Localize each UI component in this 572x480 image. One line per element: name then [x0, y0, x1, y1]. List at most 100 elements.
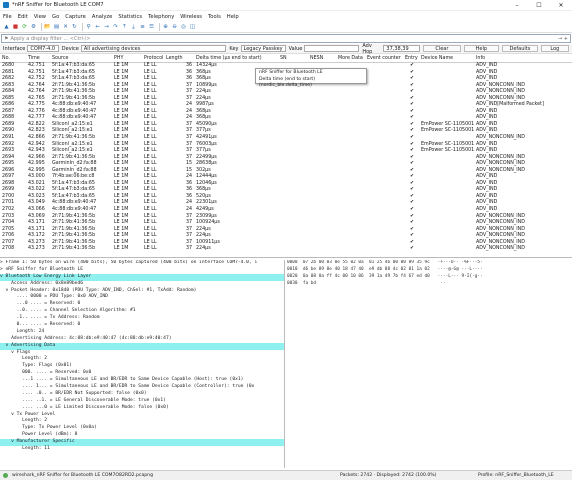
expert-info-icon[interactable] [3, 472, 10, 479]
header-col-info[interactable]: Info [476, 56, 485, 61]
detail-tree-item[interactable]: > Frame 1: 50 bytes on wire (400 bits), … [0, 260, 284, 267]
clear-button[interactable]: Clear [423, 45, 461, 52]
detail-tree-item[interactable]: v Manufacturer Specific [0, 439, 284, 447]
packet-cell: 100924µs [196, 220, 220, 226]
packet-cell: ADV_IND [476, 128, 498, 134]
detail-tree-item[interactable]: > nRF Sniffer for Bluetooth LE [0, 267, 284, 274]
find-packet-icon[interactable]: ⚲ [85, 24, 92, 31]
display-filter-input[interactable]: ⚑ Apply a display filter ... <Ctrl-/> → … [1, 34, 571, 43]
packet-cell: 43.172 [28, 233, 45, 239]
packet-cell: ✔ [410, 76, 415, 82]
header-col-source[interactable]: Source [52, 56, 68, 61]
packet-cell: Siliconl_a2:15:e1 [52, 148, 93, 154]
go-back-icon[interactable]: ← [94, 24, 101, 31]
header-col-time[interactable]: Time [28, 56, 40, 61]
packet-cell: ✔ [410, 220, 415, 226]
packet-cell: ADV_NONCONN_IND [476, 135, 525, 141]
value-input[interactable] [304, 45, 360, 52]
detail-tree-item[interactable]: ...1 .... = Simultaneous LE and BR/EDR t… [0, 377, 284, 384]
packet-cell: ✔ [410, 63, 415, 68]
device-select[interactable]: All advertising devices [80, 45, 227, 52]
help-button[interactable]: Help [463, 45, 500, 52]
packet-cell: EmPower SC-1105001 [421, 148, 475, 154]
detail-tree-item[interactable]: .1.. .... = Tx Address: Random [0, 315, 284, 322]
interface-select[interactable]: COM7-4.0 [27, 45, 59, 52]
autoscroll-icon[interactable]: ≡ [139, 24, 146, 31]
packet-cell: LE LL [144, 148, 157, 154]
first-packet-icon[interactable]: ⤒ [121, 24, 128, 31]
go-forward-icon[interactable]: → [103, 24, 110, 31]
save-file-icon[interactable]: ▤ [53, 24, 60, 31]
detail-tree-item[interactable]: .... ...0 = LE Limited Discoverable Mode… [0, 405, 284, 412]
menu-analyze[interactable]: Analyze [92, 14, 112, 20]
header-col-protocol[interactable]: Protocol [144, 56, 163, 61]
detail-tree-item[interactable]: v Advertising Data [0, 342, 284, 350]
zoom-out-icon[interactable]: ⊖ [171, 24, 178, 31]
detail-tree-item[interactable]: Length: 11 [0, 446, 284, 453]
zoom-reset-icon[interactable]: ◎ [180, 24, 187, 31]
packet-cell: 42.764 [28, 89, 45, 95]
key-select[interactable]: Legacy Passkey [240, 45, 286, 52]
detail-tree-item[interactable]: Advertising Address: 4c:88:db:e9:40:47 (… [0, 336, 284, 343]
packet-cell: ✔ [410, 200, 415, 206]
start-capture-icon[interactable]: ▲ [3, 24, 10, 31]
open-file-icon[interactable]: 📂 [44, 24, 51, 31]
header-col-entry[interactable]: Entry [405, 56, 418, 61]
header-col-event-counter[interactable]: Event counter [367, 56, 401, 61]
menu-view[interactable]: View [34, 14, 46, 20]
header-col-nesn[interactable]: NESN [310, 56, 323, 61]
go-to-packet-icon[interactable]: ↷ [112, 24, 119, 31]
menu-tools[interactable]: Tools [208, 14, 221, 20]
close-file-icon[interactable]: ✕ [62, 24, 69, 31]
detail-tree-item[interactable]: .... .0.. = BR/EDR Not Supported: false … [0, 391, 284, 398]
colorize-icon[interactable]: ☰ [148, 24, 155, 31]
log-button[interactable]: Log [540, 45, 570, 52]
packet-cell: ADV_IND [476, 207, 498, 213]
last-packet-icon[interactable]: ⤓ [130, 24, 137, 31]
capture-options-icon[interactable]: ⚙ [30, 24, 37, 31]
menu-wireless[interactable]: Wireless [180, 14, 202, 20]
packet-cell: 24 [186, 207, 193, 213]
packet-cell: 5f:1a:47:b3:da:65 [52, 76, 95, 82]
detail-tree-item[interactable]: 0... .... = Reserved: 0 [0, 322, 284, 329]
hex-dump-line: 0000 07 2b 00 03 0e 55 02 0a 01 25 46 00… [287, 260, 483, 265]
menu-statistics[interactable]: Statistics [118, 14, 142, 20]
defaults-button[interactable]: Defaults [502, 45, 538, 52]
detail-tree-item[interactable]: .... ..1. = LE General Discoverable Mode… [0, 398, 284, 405]
resize-columns-icon[interactable]: ◫ [189, 24, 196, 31]
packet-details-pane[interactable]: > Frame 1: 50 bytes on wire (400 bits), … [0, 260, 285, 468]
detail-tree-item[interactable]: .... 1... = Simultaneous LE and BR/EDR t… [0, 384, 284, 391]
menu-go[interactable]: Go [52, 14, 59, 20]
header-col-more-data[interactable]: More Data [338, 56, 363, 61]
packet-cell: ADV_IND [476, 148, 498, 154]
detail-tree-item[interactable]: Access Address: 0x8e89bed6 [0, 281, 284, 288]
detail-tree-item[interactable]: v Bluetooth Low Energy Link Layer [0, 273, 284, 281]
packet-cell: ✔ [410, 102, 415, 108]
filter-apply-icon[interactable]: → + [558, 36, 568, 42]
header-col-device-name[interactable]: Device Name [421, 56, 453, 61]
header-col-phy[interactable]: PHY [114, 56, 123, 61]
restart-capture-icon[interactable]: ⟳ [21, 24, 28, 31]
status-profile[interactable]: Profile: nRF_Sniffer_Bluetooth_LE [478, 473, 554, 478]
menu-telephony[interactable]: Telephony [148, 14, 174, 20]
stop-capture-icon[interactable]: ■ [12, 24, 19, 31]
header-col-no[interactable]: No. [2, 56, 10, 61]
header-col-sn[interactable]: SN [280, 56, 287, 61]
header-col-delta-time[interactable]: Delta time (µs end to start) [196, 56, 262, 61]
zoom-in-icon[interactable]: ⊕ [162, 24, 169, 31]
packet-bytes-pane[interactable]: 0000 07 2b 00 03 0e 55 02 0a 01 25 46 00… [287, 260, 572, 468]
menu-edit[interactable]: Edit [18, 14, 28, 20]
header-col-length[interactable]: Length [166, 56, 183, 61]
packet-row[interactable]: 2708 43.273 2f:71:9b:41:36:5b LE 1M LE LL 37 2… [0, 246, 572, 253]
reload-icon[interactable]: ↻ [71, 24, 78, 31]
menu-file[interactable]: File [3, 14, 12, 20]
maximize-icon[interactable]: ☐ [528, 0, 550, 11]
detail-tree-item[interactable]: Length: 24 [0, 329, 284, 336]
bookmark-icon[interactable]: ⚑ [4, 36, 8, 42]
menu-capture[interactable]: Capture [65, 14, 86, 20]
advhop-input[interactable]: 37,38,39 [383, 45, 421, 52]
minimize-icon[interactable]: – [506, 0, 528, 11]
packet-cell: ADV_NONCONN_IND [476, 246, 525, 252]
menu-help[interactable]: Help [227, 14, 239, 20]
close-icon[interactable]: ✕ [550, 0, 572, 11]
